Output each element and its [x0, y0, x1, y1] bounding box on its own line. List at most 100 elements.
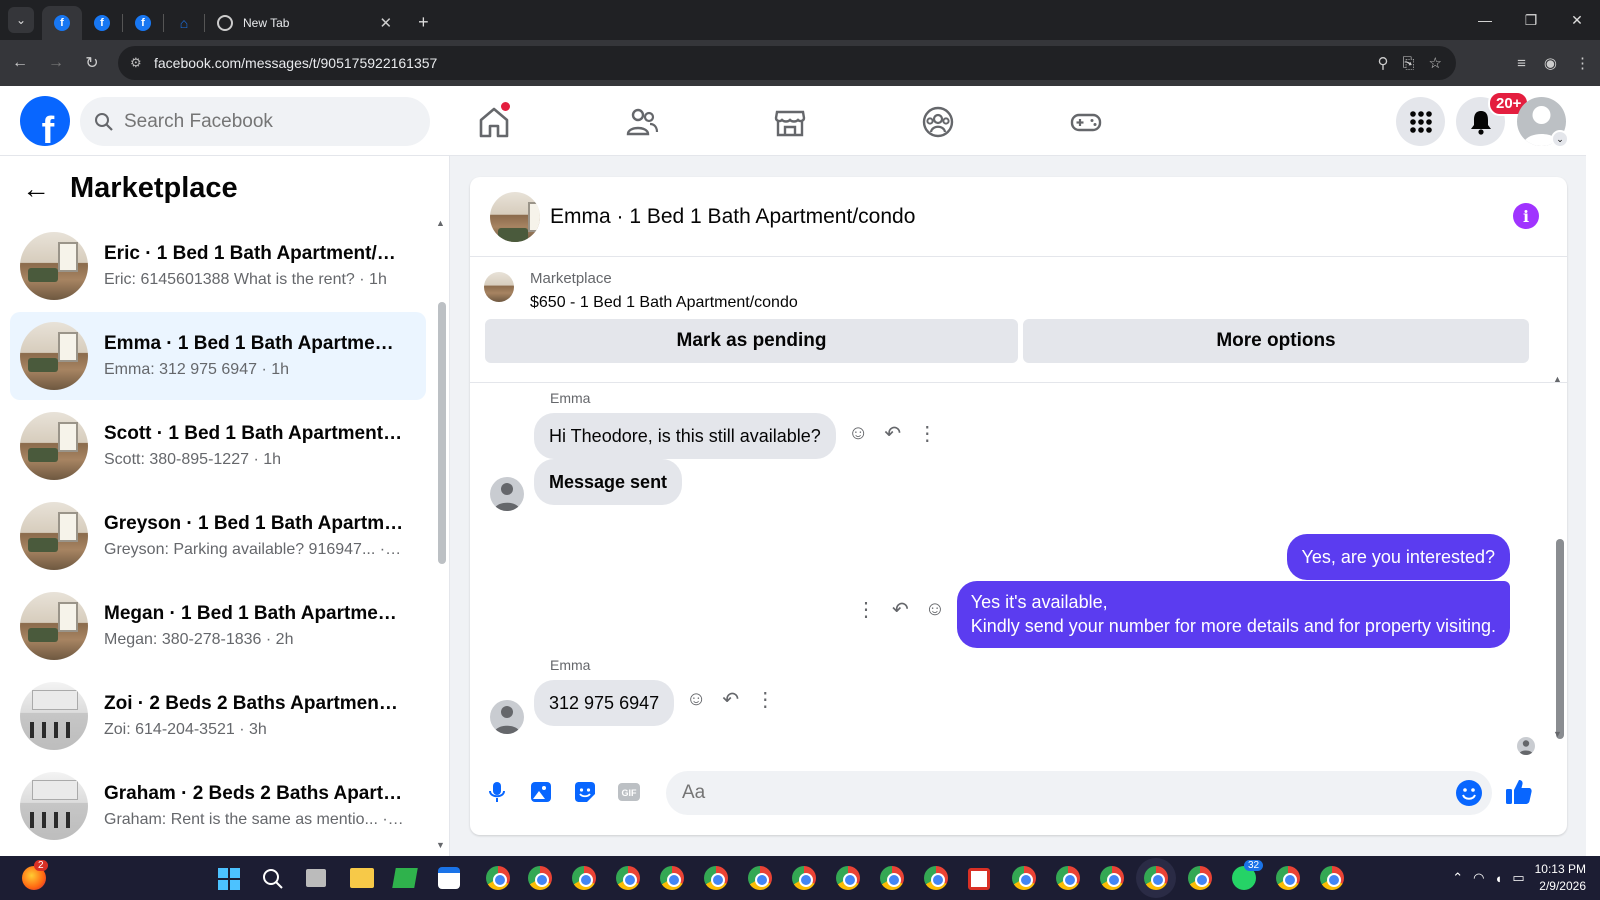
gif-icon[interactable]: GIF	[616, 779, 642, 805]
back-icon[interactable]: ←	[4, 54, 36, 72]
file-explorer-icon[interactable]	[350, 868, 374, 888]
tab-close-icon[interactable]: ✕	[379, 14, 392, 32]
chrome-taskbar-icon[interactable]	[704, 866, 728, 890]
new-tab-button[interactable]: +	[418, 12, 429, 33]
close-window-icon[interactable]: ✕	[1554, 12, 1600, 29]
chrome-taskbar-icon[interactable]	[1320, 866, 1344, 890]
chrome-taskbar-icon[interactable]	[1188, 866, 1212, 890]
more-options-button[interactable]: More options	[1023, 319, 1529, 363]
browser-tab-facebook-3[interactable]: f	[123, 6, 163, 40]
reply-icon[interactable]: ↶	[884, 421, 901, 446]
friends-icon[interactable]	[624, 104, 660, 140]
sender-avatar[interactable]	[490, 700, 524, 734]
groups-icon[interactable]	[920, 104, 956, 140]
clock[interactable]: 10:13 PM 2/9/2026	[1535, 861, 1586, 895]
react-emoji-icon[interactable]: ☺	[848, 422, 868, 445]
scroll-down-icon[interactable]: ▼	[436, 840, 445, 850]
chrome-taskbar-icon[interactable]	[748, 866, 772, 890]
message-bubble-incoming[interactable]: Hi Theodore, is this still available?	[534, 413, 836, 460]
chrome-taskbar-icon[interactable]	[486, 866, 510, 890]
forward-icon[interactable]: →	[40, 54, 72, 72]
gaming-icon[interactable]	[1068, 104, 1104, 140]
profile-icon[interactable]: ◉	[1544, 54, 1557, 72]
microphone-icon[interactable]	[484, 779, 510, 805]
chrome-taskbar-icon-active[interactable]	[1144, 866, 1168, 890]
menu-grid-button[interactable]	[1396, 97, 1445, 146]
page-scrollbar[interactable]	[1586, 86, 1600, 856]
bookmark-star-icon[interactable]: ☆	[1429, 54, 1442, 72]
message-bubble-incoming[interactable]: 312 975 6947	[534, 680, 675, 727]
marketplace-icon[interactable]	[772, 104, 808, 140]
browser-tab-zillow[interactable]: ⌂	[164, 6, 204, 40]
chrome-taskbar-icon[interactable]	[616, 866, 640, 890]
more-vertical-icon[interactable]: ⋮	[917, 421, 937, 446]
chrome-taskbar-icon[interactable]	[792, 866, 816, 890]
more-vertical-icon[interactable]: ⋮	[755, 687, 775, 712]
media-control-icon[interactable]: ≡	[1517, 55, 1526, 72]
message-input-box[interactable]	[666, 771, 1492, 815]
facebook-logo[interactable]: f	[20, 96, 70, 146]
microsoft-store-icon[interactable]	[438, 867, 460, 889]
conversation-item[interactable]: Eric · 1 Bed 1 Bath Apartment/co... Eric:…	[10, 222, 426, 310]
scroll-up-icon[interactable]: ▲	[436, 218, 445, 228]
wifi-icon[interactable]: ◠	[1473, 870, 1484, 886]
mark-as-pending-button[interactable]: Mark as pending	[485, 319, 1018, 363]
message-bubble-outgoing[interactable]: Yes it's available, Kindly send your num…	[956, 581, 1510, 648]
conversation-item[interactable]: Graham · 2 Beds 2 Baths Apartm... Graham:…	[10, 762, 426, 850]
volume-icon[interactable]: ◖	[1494, 871, 1502, 886]
zoom-icon[interactable]: ⚲	[1378, 54, 1389, 72]
taskbar-search-icon[interactable]	[262, 868, 284, 890]
search-input[interactable]	[124, 110, 404, 133]
battery-icon[interactable]: ▭	[1512, 870, 1524, 886]
chrome-taskbar-icon[interactable]	[660, 866, 684, 890]
chrome-taskbar-icon[interactable]	[1100, 866, 1124, 890]
chrome-menu-icon[interactable]: ⋮	[1575, 54, 1590, 72]
listing-thumbnail[interactable]	[490, 191, 540, 242]
restore-icon[interactable]: ❐	[1508, 12, 1554, 29]
address-bar[interactable]: ⚙ facebook.com/messages/t/90517592216135…	[118, 46, 1456, 80]
back-arrow-icon[interactable]: ←	[22, 173, 50, 205]
chrome-taskbar-icon[interactable]	[1276, 866, 1300, 890]
sticker-icon[interactable]	[572, 779, 598, 805]
chevron-down-icon[interactable]: ⌄	[1551, 130, 1569, 148]
chrome-taskbar-icon[interactable]	[1012, 866, 1036, 890]
windows-start-icon[interactable]	[218, 868, 240, 890]
more-vertical-icon[interactable]: ⋮	[856, 597, 876, 622]
info-icon[interactable]: i	[1513, 203, 1539, 229]
site-info-icon[interactable]: ⚙	[130, 55, 148, 71]
conversation-item[interactable]: Emma · 1 Bed 1 Bath Apartment/... Emma: 3…	[10, 312, 426, 400]
tray-chevron-icon[interactable]: ⌃	[1452, 870, 1463, 886]
browser-tab-new-tab[interactable]: New Tab ✕	[205, 6, 404, 40]
browser-tab-facebook-2[interactable]: f	[82, 6, 122, 40]
excel-like-icon[interactable]	[392, 868, 418, 888]
conversation-item[interactable]: Zoi · 2 Beds 2 Baths Apartment/c... Zoi: …	[10, 672, 426, 760]
message-bubble-incoming[interactable]: Message sent	[534, 459, 683, 506]
chrome-taskbar-icon[interactable]	[572, 866, 596, 890]
search-box[interactable]	[80, 97, 430, 146]
chat-scrollbar-thumb[interactable]	[1556, 539, 1564, 739]
conversation-item[interactable]: Scott · 1 Bed 1 Bath Apartment/c... Scott…	[10, 402, 426, 490]
scroll-up-icon[interactable]: ▲	[1553, 374, 1562, 384]
minimize-icon[interactable]: —	[1462, 12, 1508, 28]
react-emoji-icon[interactable]: ☺	[925, 598, 945, 621]
snipping-tool-icon[interactable]	[968, 868, 990, 890]
chrome-taskbar-icon[interactable]	[924, 866, 948, 890]
scroll-down-icon[interactable]: ▼	[1553, 729, 1562, 739]
chat-title[interactable]: Emma · 1 Bed 1 Bath Apartment/condo	[550, 205, 915, 229]
sidebar-scrollbar-thumb[interactable]	[438, 302, 446, 564]
install-app-icon[interactable]: ⎘	[1403, 55, 1415, 72]
chrome-taskbar-icon[interactable]	[528, 866, 552, 890]
react-emoji-icon[interactable]: ☺	[686, 688, 706, 711]
task-view-icon[interactable]	[306, 869, 326, 887]
message-bubble-outgoing[interactable]: Yes, are you interested?	[1286, 534, 1510, 581]
tab-search-icon[interactable]: ⌄	[8, 7, 34, 33]
emoji-icon[interactable]	[1456, 780, 1482, 806]
listing-small-thumbnail[interactable]	[484, 272, 514, 302]
chrome-taskbar-icon[interactable]	[880, 866, 904, 890]
thumbs-up-icon[interactable]	[1504, 777, 1534, 807]
chrome-taskbar-icon[interactable]	[836, 866, 860, 890]
browser-tab-facebook-active[interactable]: f	[42, 6, 82, 40]
reply-icon[interactable]: ↶	[722, 687, 739, 712]
photo-icon[interactable]	[528, 779, 554, 805]
conversation-item[interactable]: Megan · 1 Bed 1 Bath Apartment... Megan: …	[10, 582, 426, 670]
